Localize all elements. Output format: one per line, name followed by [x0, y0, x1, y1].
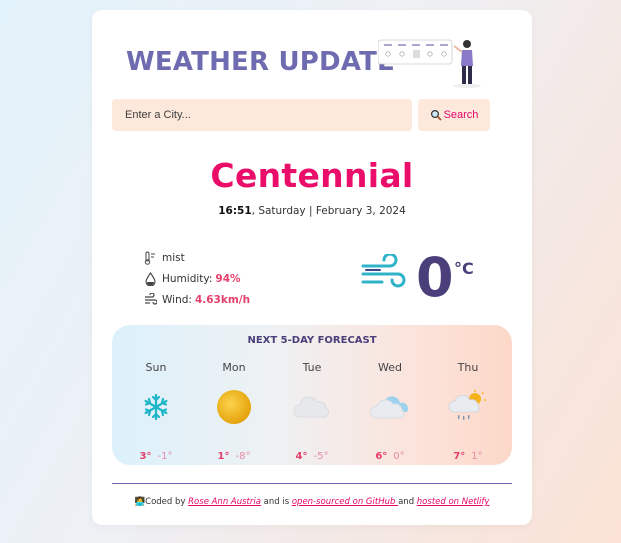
weather-card: WEATHER UPDATE Search Centennial 16:51, … [92, 10, 532, 525]
wind-value: 4.63km/h [194, 293, 251, 306]
snowflake-icon [144, 393, 168, 421]
current-time: 16:51 [218, 205, 252, 217]
footer-and: and [398, 497, 417, 507]
footer-prefix: Coded by [145, 497, 189, 507]
forecast-day-name: Sun [145, 361, 167, 374]
water-drop-icon [145, 271, 156, 286]
forecast-high: 7° [453, 451, 466, 462]
forecast-low: -8° [235, 451, 251, 462]
forecast-day-name: Mon [222, 361, 246, 374]
search-button[interactable]: Search [418, 99, 490, 131]
humidity-label: Humidity: [162, 272, 213, 285]
forecast-low: -1° [157, 451, 173, 462]
forecast-day-name: Tue [302, 361, 322, 374]
footer-middle: and is [260, 497, 292, 507]
forecast-high: 1° [217, 451, 230, 462]
current-wind-icon [361, 254, 406, 288]
description-row: mist [144, 247, 250, 268]
forecast-day: Thu 7° 1° [429, 361, 507, 462]
city-search-input[interactable] [112, 99, 412, 131]
sun-icon [217, 390, 251, 424]
cloud-icon [293, 396, 329, 418]
current-date: , Saturday | February 3, 2024 [251, 205, 406, 217]
wind-row: Wind: 4.63km/h [144, 289, 250, 310]
forecast-day: Sun 3° -1° [117, 361, 195, 462]
humidity-row: Humidity: 94% [144, 268, 250, 289]
forecast-low: 1° [471, 451, 483, 462]
forecast-high: 4° [295, 451, 308, 462]
footer: 👩‍💻Coded by Rose Ann Austria and is open… [92, 497, 532, 507]
wind-label: Wind: [162, 293, 192, 306]
magnifier-icon [430, 109, 442, 121]
footer-divider [112, 483, 512, 484]
netlify-link[interactable]: hosted on Netlify [417, 497, 490, 507]
forecast-high: 6° [375, 451, 388, 462]
forecast-day: Wed 6° 0° [351, 361, 429, 462]
forecast-panel: NEXT 5-DAY FORECAST Sun 3° -1° Mon 1° -8… [112, 325, 512, 465]
forecast-day-name: Wed [378, 361, 402, 374]
forecast-day: Mon 1° -8° [195, 361, 273, 462]
author-link[interactable]: Rose Ann Austria [188, 497, 261, 507]
date-time: 16:51, Saturday | February 3, 2024 [92, 205, 532, 217]
city-name: Centennial [210, 156, 414, 195]
search-button-label: Search [443, 109, 479, 121]
cloud-sky-icon [370, 396, 409, 419]
rain-sun-cloud-icon [448, 390, 486, 420]
github-link[interactable]: open-sourced on GitHub [292, 497, 398, 507]
forecast-day: Tue 4° -5° [273, 361, 351, 462]
weather-dashboard-illustration [378, 39, 481, 88]
forecast-title: NEXT 5-DAY FORECAST [247, 335, 377, 346]
weather-details: mist Humidity: 94% Wind: 4.63km/h [144, 247, 250, 310]
forecast-day-name: Thu [457, 361, 479, 374]
page-title: WEATHER UPDATE [126, 47, 396, 77]
wind-icon [145, 292, 157, 305]
weather-description: mist [162, 251, 185, 264]
coder-emoji: 👩‍💻 [134, 497, 146, 507]
current-temperature: 0 [416, 246, 454, 309]
humidity-value: 94% [215, 272, 241, 285]
temperature-unit: °C [454, 259, 474, 278]
forecast-low: -5° [313, 451, 329, 462]
forecast-low: 0° [393, 451, 405, 462]
forecast-high: 3° [139, 451, 152, 462]
thermometer-icon [144, 251, 155, 265]
